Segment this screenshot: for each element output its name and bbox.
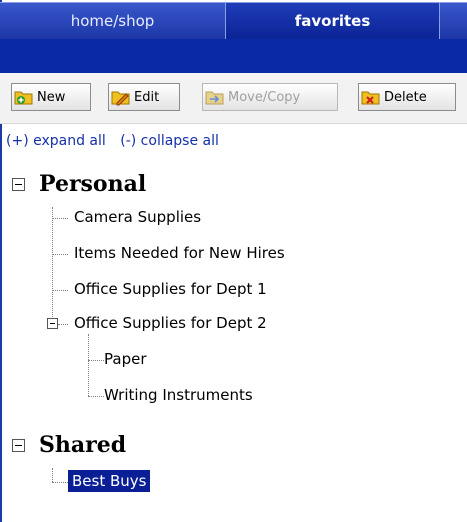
tree-item[interactable]: Items Needed for New Hires bbox=[74, 244, 285, 262]
tree-item-selected[interactable]: Best Buys bbox=[68, 470, 151, 492]
folder-edit-icon bbox=[111, 88, 131, 106]
delete-button[interactable]: Delete bbox=[358, 83, 456, 111]
toolbar: New Edit Move/Copy Delete bbox=[0, 73, 467, 124]
expand-collapse-links: (+) expand all (-) collapse all bbox=[6, 133, 229, 149]
expand-all-link[interactable]: (+) expand all bbox=[6, 133, 106, 149]
collapse-toggle-icon[interactable] bbox=[12, 438, 25, 452]
tree-connector bbox=[52, 468, 53, 482]
tree-connector bbox=[52, 290, 68, 291]
section-personal: Personal bbox=[12, 171, 146, 197]
tree-connector bbox=[52, 482, 68, 483]
tab-home-shop[interactable]: home/shop bbox=[0, 2, 226, 39]
collapse-toggle-icon[interactable] bbox=[47, 318, 58, 329]
tree-connector bbox=[88, 360, 104, 361]
collapse-toggle-icon[interactable] bbox=[12, 177, 25, 191]
tree-item[interactable]: Camera Supplies bbox=[74, 208, 201, 226]
tree-item[interactable]: Office Supplies for Dept 1 bbox=[74, 280, 267, 298]
edit-button[interactable]: Edit bbox=[108, 83, 180, 111]
new-button[interactable]: New bbox=[11, 83, 91, 111]
move-copy-button-label: Move/Copy bbox=[228, 89, 301, 105]
tree-connector bbox=[52, 254, 68, 255]
tab-more[interactable] bbox=[440, 2, 467, 39]
section-personal-label[interactable]: Personal bbox=[39, 171, 146, 197]
new-button-label: New bbox=[37, 89, 66, 105]
tree-connector bbox=[58, 324, 68, 325]
delete-button-label: Delete bbox=[384, 89, 427, 105]
section-shared: Shared bbox=[12, 432, 126, 458]
tree-item[interactable]: Office Supplies for Dept 2 bbox=[74, 314, 267, 332]
folder-move-icon bbox=[205, 88, 225, 106]
header-band bbox=[0, 39, 467, 73]
folder-delete-icon bbox=[361, 88, 381, 106]
tree-connector bbox=[52, 218, 68, 219]
collapse-all-link[interactable]: (-) collapse all bbox=[120, 133, 219, 149]
edit-button-label: Edit bbox=[134, 89, 160, 105]
tree-item[interactable]: Writing Instruments bbox=[104, 386, 253, 404]
tab-bar: home/shop favorites bbox=[0, 0, 467, 39]
tree-connector bbox=[88, 334, 89, 396]
folder-add-icon bbox=[14, 88, 34, 106]
tree-item[interactable]: Paper bbox=[104, 350, 146, 368]
tab-favorites[interactable]: favorites bbox=[226, 2, 440, 39]
section-shared-label[interactable]: Shared bbox=[39, 432, 126, 458]
tree-connector bbox=[88, 396, 104, 397]
move-copy-button[interactable]: Move/Copy bbox=[202, 83, 338, 111]
tree-connector bbox=[52, 207, 53, 325]
